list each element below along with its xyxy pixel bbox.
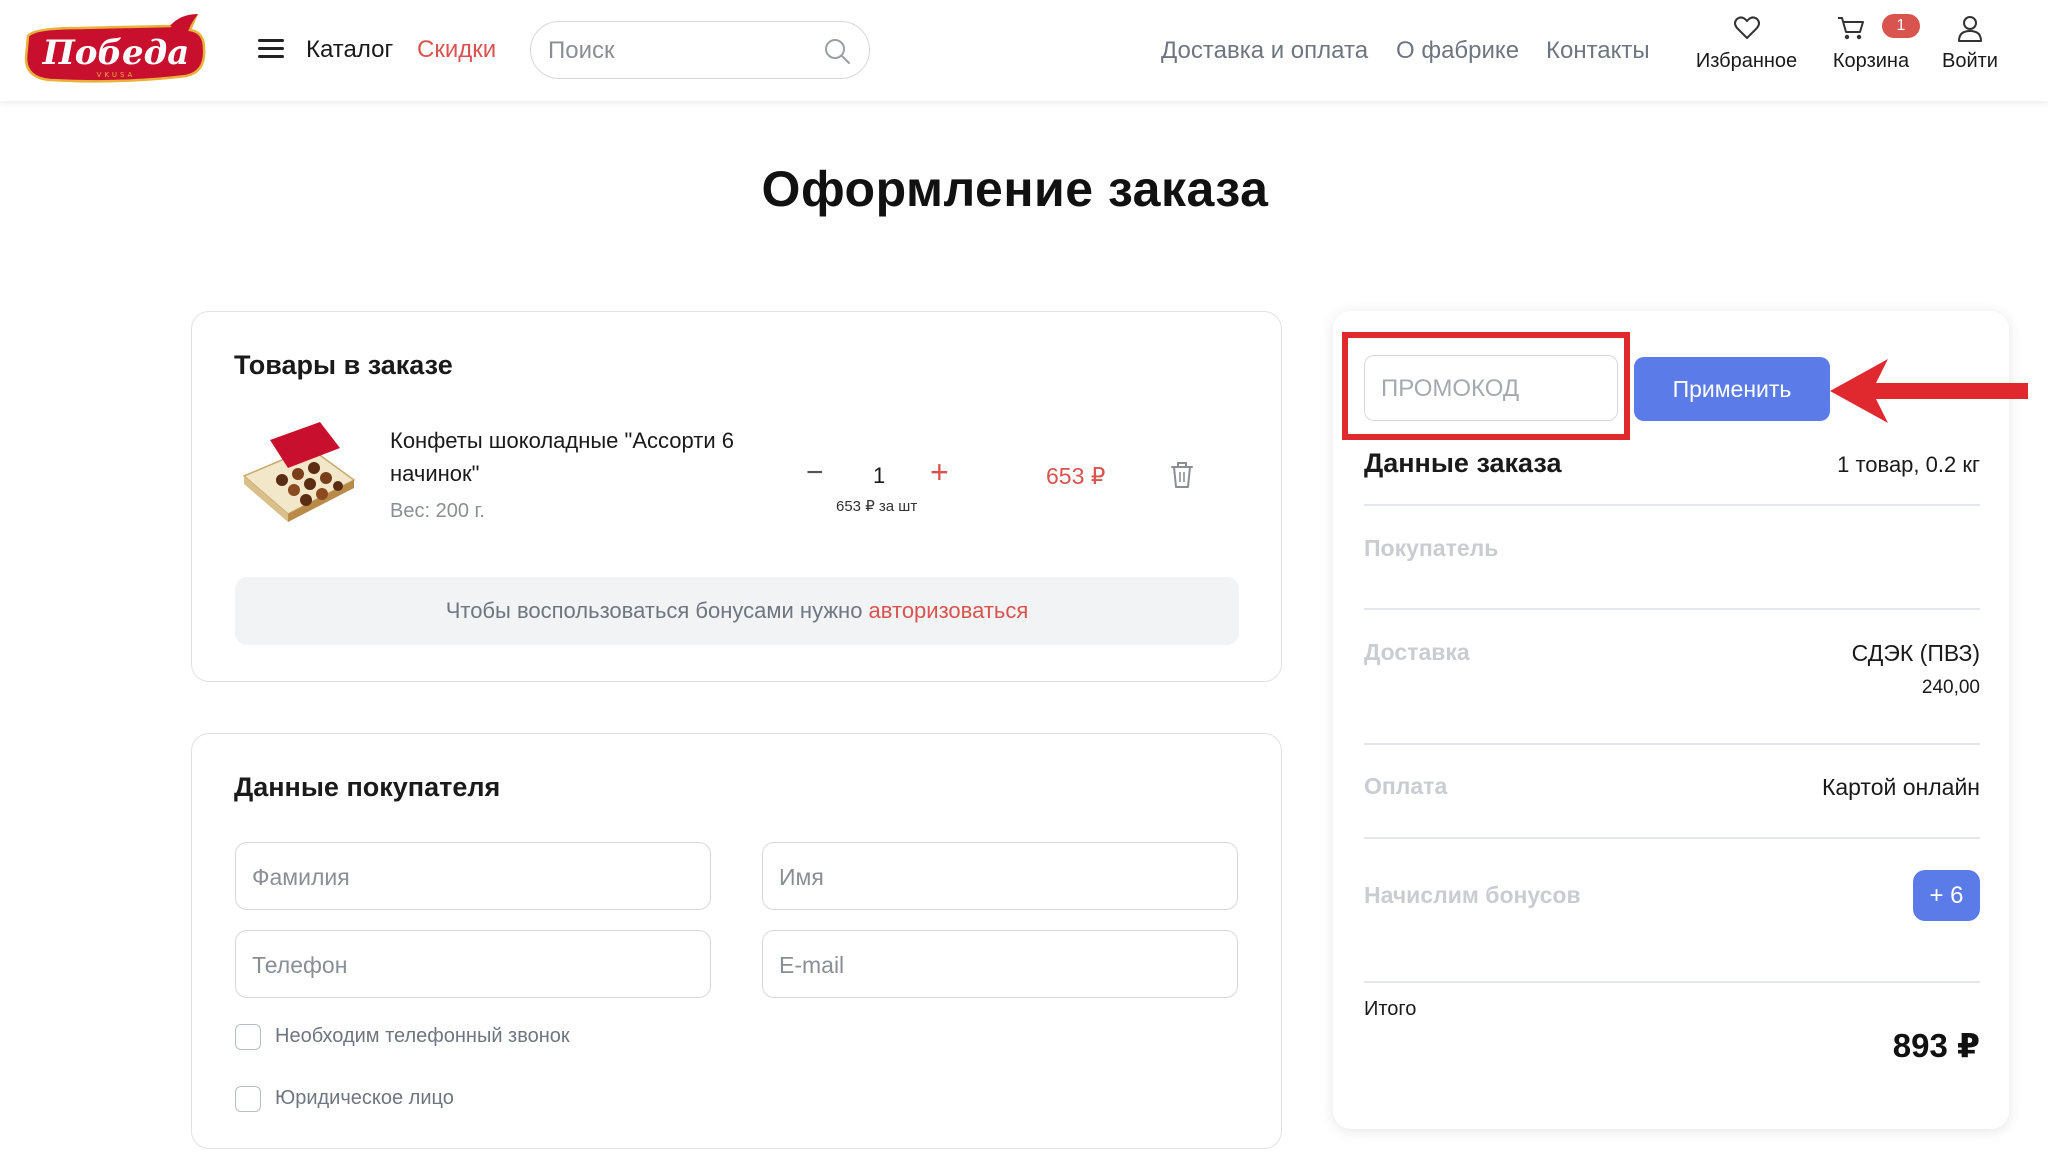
favorites-link[interactable]: Избранное [1694, 14, 1799, 73]
nav-catalog[interactable]: Каталог [306, 36, 393, 64]
user-icon [1958, 16, 1982, 42]
heart-icon [1733, 16, 1760, 39]
product-weight: Вес: 200 г. [390, 500, 485, 522]
promo-highlight-frame [1342, 332, 1630, 440]
payment-value: Картой онлайн [1821, 774, 1980, 800]
qty-increase-button[interactable]: + [930, 456, 949, 488]
summary-items-info: 1 товар, 0.2 кг [1837, 452, 1980, 477]
site-header: Победа VKUSA Каталог Скидки Доставка и о… [0, 0, 2048, 101]
bonus-accrual-badge: + 6 [1913, 870, 1980, 921]
phone-call-checkbox[interactable] [235, 1024, 261, 1050]
delivery-label: Доставка [1364, 639, 1470, 665]
buyer-label: Покупатель [1364, 535, 1499, 561]
divider [1364, 837, 1980, 839]
apply-promo-button[interactable]: Применить [1634, 357, 1830, 421]
arrow-annotation-icon [1830, 359, 2028, 423]
product-image[interactable] [240, 418, 358, 526]
bonus-notice-text: Чтобы воспользоваться бонусами нужно [445, 598, 869, 623]
divider [1364, 504, 1980, 506]
delivery-cost: 240,00 [1921, 677, 1980, 698]
name-field[interactable] [762, 842, 1238, 910]
phone-call-label[interactable]: Необходим телефонный звонок [275, 1025, 570, 1048]
nav-contacts[interactable]: Контакты [1546, 37, 1650, 65]
email-input[interactable] [779, 950, 1209, 980]
search-box[interactable] [530, 21, 870, 79]
surname-field[interactable] [235, 842, 711, 910]
search-icon[interactable] [823, 37, 851, 65]
menu-icon[interactable] [258, 39, 284, 59]
delivery-value: СДЭК (ПВЗ) [1851, 640, 1980, 666]
phone-field[interactable] [235, 930, 711, 998]
divider [1364, 981, 1980, 983]
svg-text:Победа: Победа [42, 33, 190, 73]
phone-input[interactable] [252, 950, 682, 980]
qty-value[interactable]: 1 [873, 463, 885, 489]
total-value: 893 ₽ [1892, 1027, 1980, 1064]
login-label: Войти [1942, 50, 1998, 72]
legal-entity-checkbox[interactable] [235, 1086, 261, 1112]
divider [1364, 743, 1980, 745]
login-link[interactable]: Войти [1938, 14, 2002, 73]
qty-decrease-button[interactable]: − [806, 458, 824, 488]
email-field[interactable] [762, 930, 1238, 998]
total-label: Итого [1364, 998, 1417, 1020]
login-link-bonus[interactable]: авторизоваться [869, 598, 1029, 623]
product-name[interactable]: Конфеты шоколадные "Ассорти 6 начинок" [390, 424, 790, 490]
product-price: 653 ₽ [1046, 463, 1106, 489]
nav-about[interactable]: О фабрике [1396, 37, 1519, 65]
favorites-label: Избранное [1695, 50, 1798, 72]
search-input[interactable] [548, 36, 808, 66]
cart-icon [1838, 17, 1864, 40]
nav-delivery[interactable]: Доставка и оплата [1161, 37, 1368, 65]
bonus-notice: Чтобы воспользоваться бонусами нужно авт… [235, 577, 1239, 645]
payment-label: Оплата [1364, 773, 1448, 799]
order-items-title: Товары в заказе [234, 350, 453, 380]
name-input[interactable] [779, 862, 1209, 892]
svg-text:VKUSA: VKUSA [97, 71, 136, 79]
pobeda-logo[interactable]: Победа VKUSA [20, 14, 208, 86]
summary-title: Данные заказа [1364, 448, 1562, 478]
unit-price: 653 ₽ за шт [836, 498, 918, 515]
surname-input[interactable] [252, 862, 682, 892]
bonus-accrual-label: Начислим бонусов [1364, 882, 1581, 908]
cart-label: Корзина [1832, 50, 1910, 72]
legal-entity-label[interactable]: Юридическое лицо [275, 1087, 454, 1110]
page-title: Оформление заказа [761, 161, 1269, 217]
nav-sale[interactable]: Скидки [417, 36, 496, 64]
cart-count-badge: 1 [1882, 14, 1920, 38]
trash-icon[interactable] [1168, 460, 1196, 490]
divider [1364, 608, 1980, 610]
buyer-title: Данные покупателя [234, 772, 501, 802]
